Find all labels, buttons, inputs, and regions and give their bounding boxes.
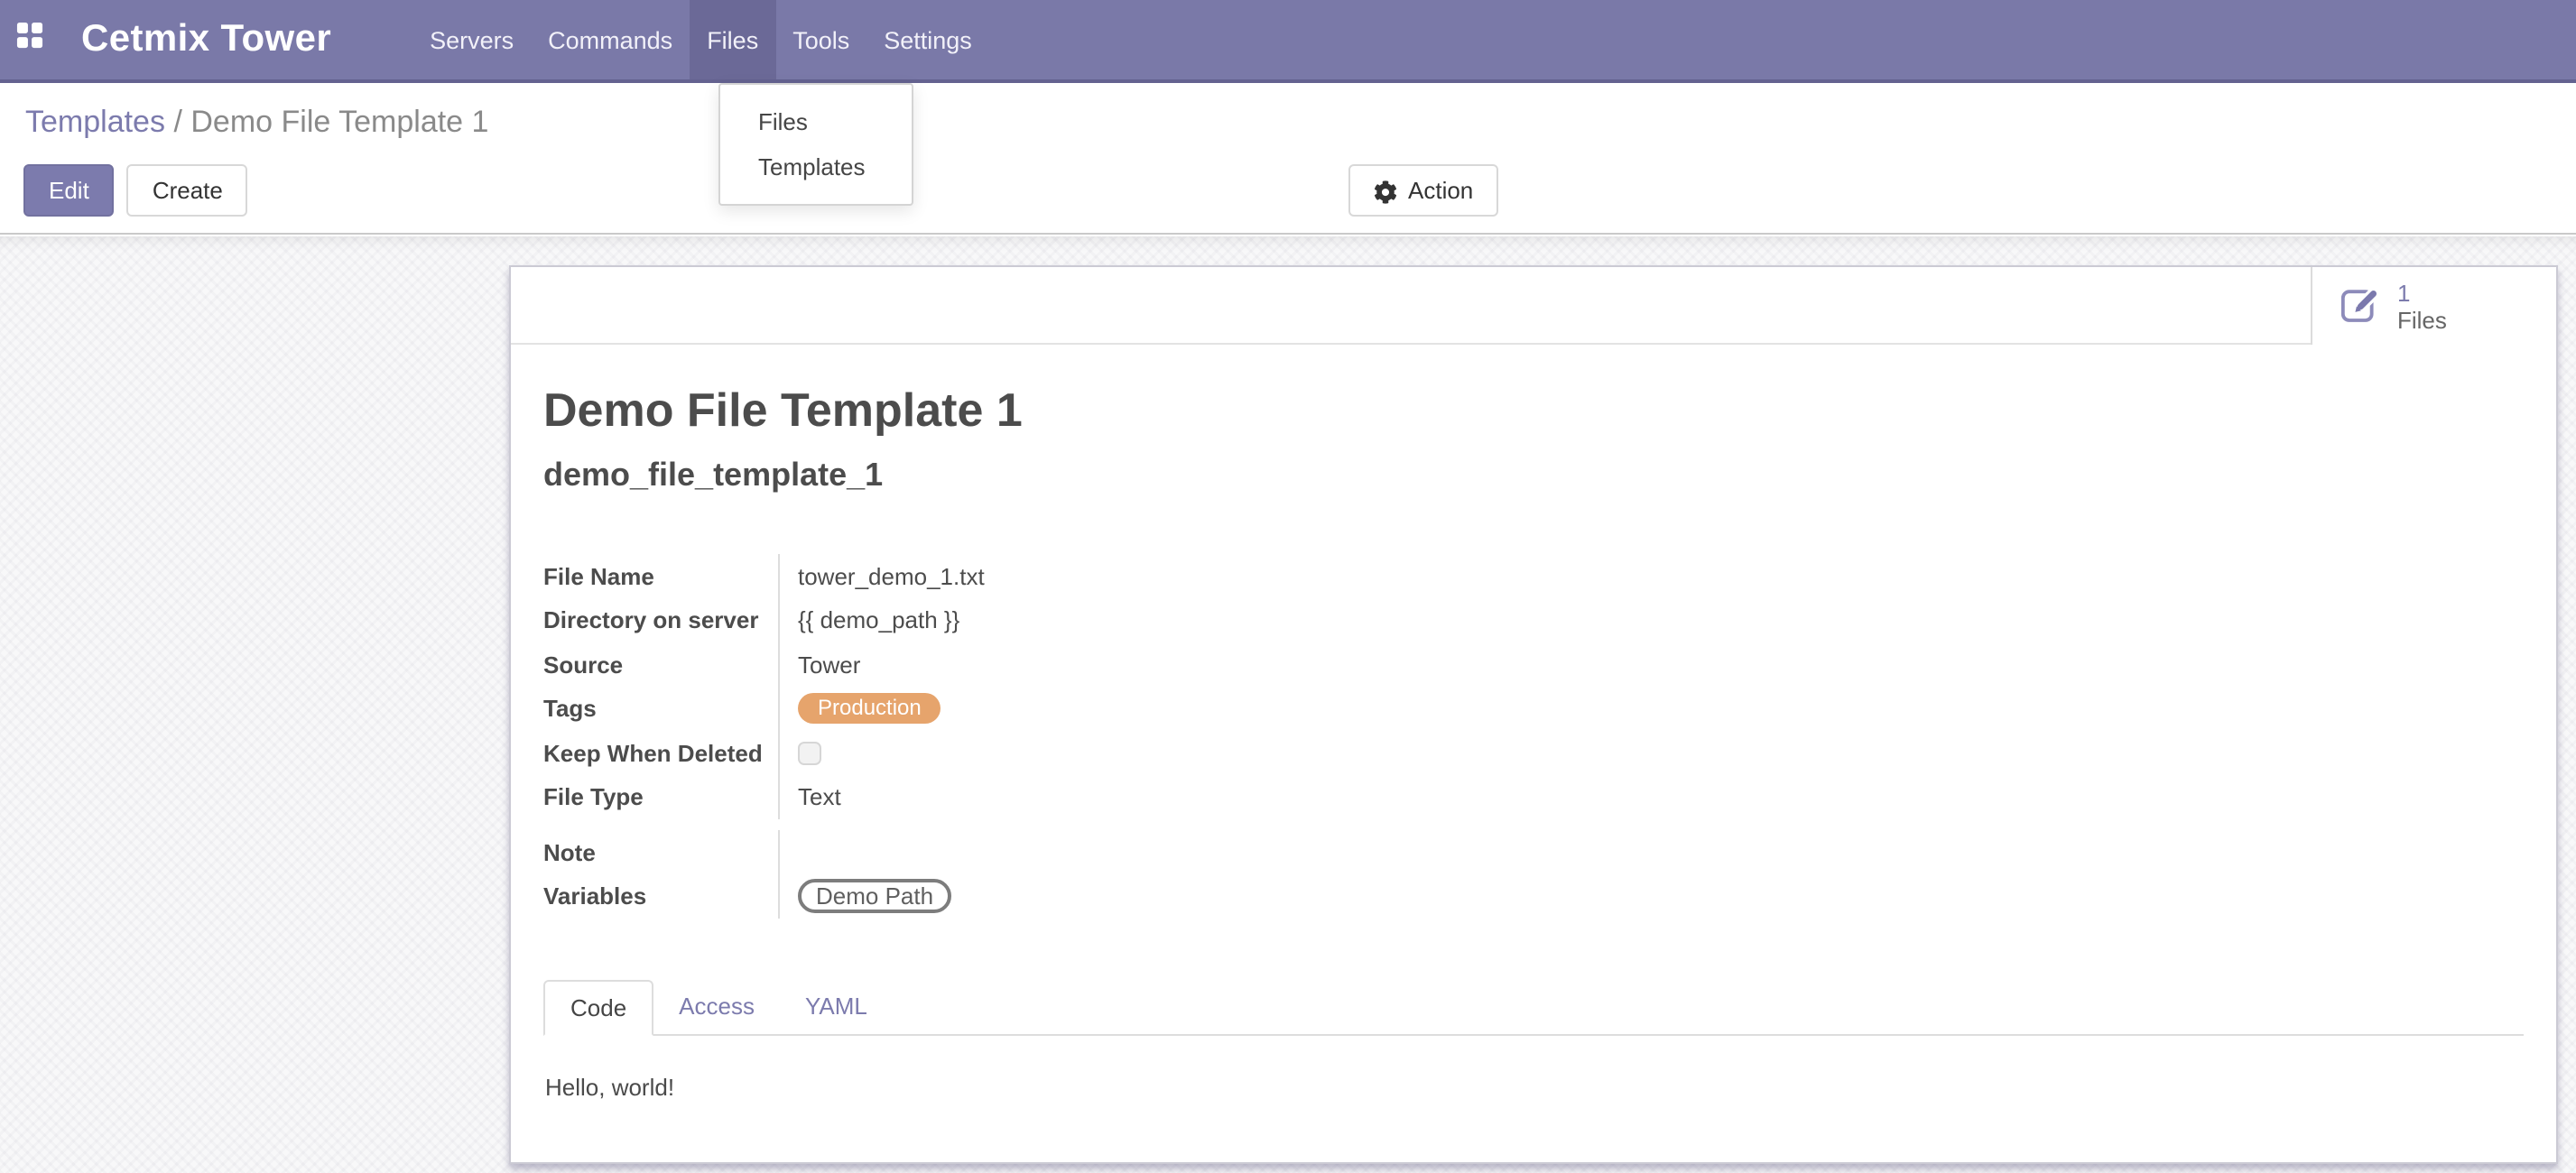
button-box: 1 Files [511, 267, 2556, 345]
field-label: Source [543, 651, 778, 679]
app-window: Cetmix Tower Servers Commands Files Tool… [0, 0, 2576, 1173]
dropdown-item-files[interactable]: Files [720, 99, 912, 144]
field-row-file-type: File Type Text [543, 775, 1554, 819]
field-value: Text [798, 784, 841, 811]
breadcrumb: Templates / Demo File Template 1 [25, 103, 488, 143]
menu-item-settings[interactable]: Settings [866, 0, 989, 79]
create-button[interactable]: Create [127, 164, 248, 217]
gear-icon [1374, 180, 1397, 203]
form-sheet: 1 Files Demo File Template 1 demo_file_t… [509, 265, 2558, 1164]
action-button[interactable]: Action [1348, 164, 1498, 217]
field-label: Tags [543, 696, 778, 723]
field-row-source: Source Tower [543, 642, 1554, 687]
files-stat-text: 1 Files [2397, 279, 2447, 333]
tab-yaml[interactable]: YAML [780, 980, 893, 1034]
field-row-keep-when-deleted: Keep When Deleted [543, 731, 1554, 775]
edit-file-icon [2340, 282, 2381, 329]
record-title: Demo File Template 1 [543, 383, 2524, 439]
field-group-main: File Name tower_demo_1.txt Directory on … [543, 554, 1554, 819]
form-buttons: Edit Create [23, 164, 248, 217]
notebook-tabs: Code Access YAML [543, 980, 2524, 1036]
brand-title[interactable]: Cetmix Tower [81, 0, 331, 79]
control-panel: Templates / Demo File Template 1 Edit Cr… [0, 83, 2576, 235]
field-value: tower_demo_1.txt [798, 563, 985, 590]
top-navbar: Cetmix Tower Servers Commands Files Tool… [0, 0, 2576, 83]
menu-item-tools[interactable]: Tools [775, 0, 866, 79]
field-label: Keep When Deleted [543, 740, 778, 767]
action-button-label: Action [1408, 177, 1473, 204]
record-reference: demo_file_template_1 [543, 457, 2524, 494]
breadcrumb-current: Demo File Template 1 [190, 105, 488, 139]
field-value: {{ demo_path }} [798, 607, 959, 634]
breadcrumb-parent-link[interactable]: Templates [25, 105, 165, 139]
dropdown-item-templates[interactable]: Templates [720, 144, 912, 189]
menu-item-commands[interactable]: Commands [531, 0, 690, 79]
field-value: Tower [798, 651, 860, 679]
field-row-file-name: File Name tower_demo_1.txt [543, 554, 1554, 598]
main-menu: Servers Commands Files Tools Settings [412, 0, 989, 79]
sheet-body: Demo File Template 1 demo_file_template_… [511, 345, 2556, 1101]
menu-item-files[interactable]: Files [690, 0, 775, 79]
tab-code[interactable]: Code [543, 980, 653, 1036]
apps-menu-button[interactable] [2, 0, 56, 79]
field-row-note: Note [543, 830, 1554, 874]
keep-when-deleted-checkbox[interactable] [798, 742, 821, 765]
field-row-tags: Tags Production [543, 687, 1554, 731]
files-count: 1 [2397, 279, 2447, 306]
field-label: File Name [543, 563, 778, 590]
field-label: Variables [543, 883, 778, 910]
apps-grid-icon [15, 22, 42, 58]
files-dropdown-menu: Files Templates [718, 83, 913, 206]
breadcrumb-separator: / [173, 105, 181, 139]
field-row-directory: Directory on server {{ demo_path }} [543, 598, 1554, 642]
edit-button[interactable]: Edit [23, 164, 115, 217]
field-label: File Type [543, 784, 778, 811]
field-groups: File Name tower_demo_1.txt Directory on … [543, 554, 2524, 919]
files-label: Files [2397, 306, 2447, 333]
menu-item-servers[interactable]: Servers [412, 0, 531, 79]
field-group-secondary: Note Variables Demo Path [543, 830, 1554, 919]
field-label: Note [543, 839, 778, 866]
tag-badge: Production [798, 694, 941, 725]
files-stat-button[interactable]: 1 Files [2311, 267, 2556, 345]
content-area: 1 Files Demo File Template 1 demo_file_t… [0, 236, 2576, 1173]
tab-access[interactable]: Access [653, 980, 780, 1034]
field-label: Directory on server [543, 607, 778, 634]
variable-pill[interactable]: Demo Path [798, 880, 951, 914]
field-row-variables: Variables Demo Path [543, 874, 1554, 919]
code-tab-content: Hello, world! [543, 1036, 2524, 1101]
